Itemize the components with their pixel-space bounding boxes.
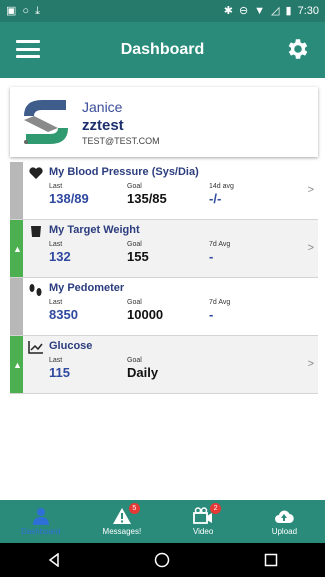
goal-label: Goal bbox=[127, 183, 142, 190]
home-circle-icon bbox=[155, 552, 170, 568]
back-button[interactable] bbox=[39, 545, 69, 575]
profile-email: TEST@TEST.COM bbox=[82, 135, 160, 146]
heart-icon bbox=[23, 162, 49, 219]
row-columns: Last 132 Goal 155 7d Avg - bbox=[49, 241, 318, 264]
row-columns: Last 8350 Goal 10000 7d Avg - bbox=[49, 299, 318, 322]
status-strip bbox=[10, 162, 23, 219]
row-columns: Last 115 Goal Daily bbox=[49, 357, 318, 380]
messages-badge: 5 bbox=[128, 503, 140, 514]
bluetooth-icon: ✱ bbox=[223, 4, 233, 17]
dnd-icon: ⊖ bbox=[238, 4, 249, 17]
person-icon bbox=[32, 508, 49, 525]
avg-label: 7d Avg bbox=[209, 241, 231, 248]
row-body: My Blood Pressure (Sys/Dia) Last 138/89 G… bbox=[49, 162, 318, 219]
metrics-list: My Blood Pressure (Sys/Dia) Last 138/89 G… bbox=[10, 162, 318, 394]
goal-value: 155 bbox=[127, 249, 149, 264]
chevron-right-icon: > bbox=[307, 358, 314, 370]
row-title: My Pedometer bbox=[49, 282, 125, 294]
page-title: Dashboard bbox=[120, 41, 205, 58]
avg-label: 14d avg bbox=[209, 183, 234, 190]
profile-text: Janice zztest TEST@TEST.COM bbox=[82, 99, 160, 146]
nav-messages[interactable]: 5 Messages! bbox=[81, 500, 162, 543]
profile-first-name: Janice bbox=[82, 98, 123, 115]
back-triangle-icon bbox=[48, 553, 59, 567]
row-title: My Blood Pressure (Sys/Dia) bbox=[49, 166, 199, 178]
app-logo bbox=[24, 100, 68, 144]
avg-value: - bbox=[209, 249, 214, 264]
row-title: Glucose bbox=[49, 340, 93, 352]
recents-square-icon bbox=[264, 553, 278, 567]
row-body: My Pedometer Last 8350 Goal 10000 7d Avg - bbox=[49, 278, 318, 335]
last-label: Last bbox=[49, 241, 63, 248]
goal-label: Goal bbox=[127, 241, 142, 248]
last-value: 8350 bbox=[49, 307, 78, 322]
profile-username: zztest bbox=[82, 116, 124, 134]
battery-icon: ▮ bbox=[285, 4, 292, 17]
app-bar: Dashboard bbox=[0, 22, 325, 78]
thumbs-up-icon: ▲ bbox=[13, 244, 22, 254]
goal-value: 10000 bbox=[127, 307, 164, 322]
avg-value: -/- bbox=[209, 191, 222, 206]
goal-label: Goal bbox=[127, 299, 142, 306]
profile-card[interactable]: Janice zztest TEST@TEST.COM bbox=[10, 87, 318, 157]
nav-label: Dashboard bbox=[21, 527, 61, 536]
blood-pressure-row[interactable]: My Blood Pressure (Sys/Dia) Last 138/89 G… bbox=[10, 162, 318, 220]
row-body: Glucose Last 115 Goal Daily bbox=[49, 336, 318, 393]
signal-icon: ◿ bbox=[271, 4, 280, 17]
goal-label: Goal bbox=[127, 357, 142, 364]
status-strip bbox=[10, 278, 23, 335]
scale-icon bbox=[23, 220, 49, 277]
row-body: My Target Weight Last 132 Goal 155 7d Avg - bbox=[49, 220, 318, 277]
video-badge: 2 bbox=[210, 503, 222, 514]
chart-icon bbox=[23, 336, 49, 393]
status-right: ✱ ⊖ ▼ ◿ ▮ 7:30 bbox=[224, 5, 319, 17]
chevron-right-icon: > bbox=[307, 242, 314, 254]
home-button[interactable] bbox=[147, 545, 177, 575]
nav-dashboard[interactable]: Dashboard bbox=[0, 500, 81, 543]
last-label: Last bbox=[49, 183, 63, 190]
avg-value: - bbox=[209, 307, 214, 322]
system-nav-bar bbox=[0, 543, 325, 577]
nav-label: Upload bbox=[271, 527, 298, 536]
goal-value: Daily bbox=[127, 365, 159, 380]
cloud-upload-icon bbox=[275, 510, 295, 524]
bottom-nav: Dashboard 5 Messages! 2 Video Upload bbox=[0, 500, 325, 543]
last-value: 138/89 bbox=[49, 191, 89, 206]
target-weight-row[interactable]: ▲ My Target Weight Last 132 Goal 155 7d Av… bbox=[10, 220, 318, 278]
goal-value: 135/85 bbox=[127, 191, 167, 206]
last-value: 132 bbox=[49, 249, 71, 264]
avg-label: 7d Avg bbox=[209, 299, 231, 306]
footprints-icon bbox=[23, 278, 49, 335]
status-bar: ▣ ○ ⤓ ✱ ⊖ ▼ ◿ ▮ 7:30 bbox=[0, 0, 325, 22]
glucose-row[interactable]: ▲ Glucose Last 115 Goal Daily > bbox=[10, 336, 318, 394]
row-columns: Last 138/89 Goal 135/85 14d avg -/- bbox=[49, 183, 318, 206]
last-label: Last bbox=[49, 357, 63, 364]
gear-icon[interactable] bbox=[285, 36, 311, 62]
status-time: 7:30 bbox=[297, 5, 319, 17]
pedometer-row[interactable]: My Pedometer Last 8350 Goal 10000 7d Avg - bbox=[10, 278, 318, 336]
download-icon: ⤓ bbox=[35, 4, 40, 17]
status-strip: ▲ bbox=[10, 220, 23, 277]
status-strip: ▲ bbox=[10, 336, 23, 393]
nav-upload[interactable]: Upload bbox=[244, 500, 325, 543]
nav-label: Video bbox=[192, 527, 214, 536]
gallery-icon: ▣ bbox=[6, 4, 17, 17]
menu-button[interactable] bbox=[16, 38, 40, 60]
wifi-icon: ▼ bbox=[254, 4, 266, 17]
status-left: ▣ ○ ⤓ bbox=[6, 4, 40, 17]
last-value: 115 bbox=[49, 365, 70, 380]
recents-button[interactable] bbox=[256, 545, 286, 575]
nav-label: Messages! bbox=[102, 527, 142, 536]
menu-icon bbox=[16, 40, 40, 43]
row-title: My Target Weight bbox=[49, 224, 140, 236]
circle-icon: ○ bbox=[22, 4, 30, 17]
chevron-right-icon: > bbox=[307, 184, 314, 196]
nav-video[interactable]: 2 Video bbox=[163, 500, 244, 543]
last-label: Last bbox=[49, 299, 63, 306]
thumbs-up-icon: ▲ bbox=[13, 360, 22, 370]
